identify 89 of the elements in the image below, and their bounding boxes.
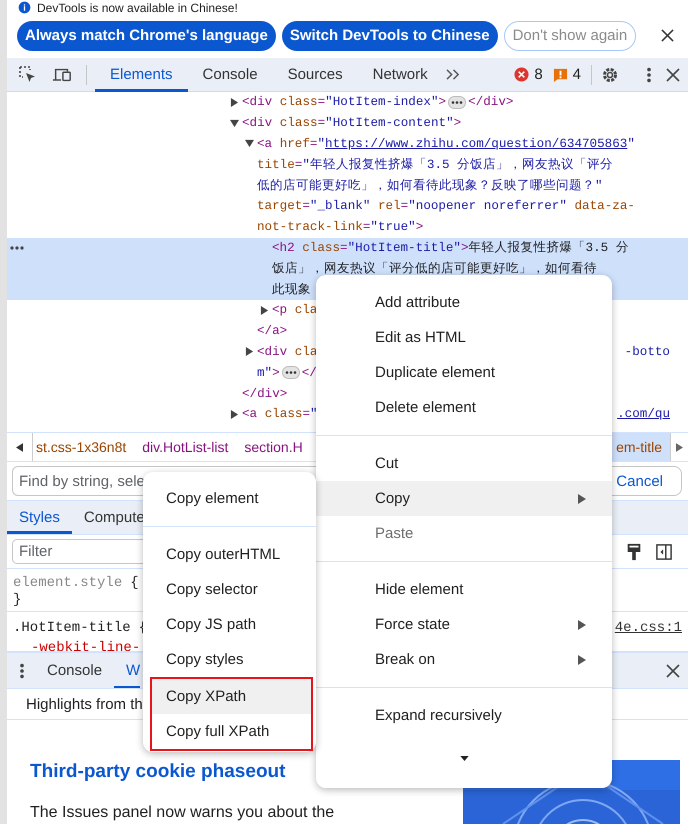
- menu-item[interactable]: Copy full XPath: [152, 714, 311, 749]
- panel-tab[interactable]: Sources: [272, 58, 358, 92]
- selector-text: element.style: [13, 574, 122, 592]
- close-icon[interactable]: [666, 68, 680, 82]
- menu-item-label: Break on: [375, 651, 436, 668]
- code-text: <p cla: [272, 303, 318, 318]
- code-text: </div>: [242, 386, 288, 401]
- right-triangle-icon: [676, 442, 683, 452]
- menu-item[interactable]: Edit as HTML: [316, 320, 612, 355]
- drawer-tab[interactable]: W: [114, 652, 140, 688]
- menu-item[interactable]: Copy outerHTML: [143, 537, 316, 572]
- panel-tab[interactable]: Network: [358, 58, 443, 92]
- code-text: </div>: [468, 95, 514, 110]
- collapse-triangle-icon[interactable]: [245, 347, 254, 356]
- breadcrumb[interactable]: section.H: [236, 433, 311, 461]
- more-icon[interactable]: [10, 246, 24, 250]
- menu-item-label: Cut: [375, 455, 398, 472]
- ellipsis-button[interactable]: [448, 96, 466, 109]
- menu-item[interactable]: Copy selector: [143, 572, 316, 607]
- code-text: target="_blank" rel="noopener noreferrer" data-za-: [257, 199, 635, 214]
- menu-item[interactable]: Copy XPath: [152, 679, 311, 714]
- banner-message: DevTools is now available in Chinese!: [37, 0, 238, 14]
- menu-item[interactable]: Break on: [316, 642, 612, 677]
- menu-item-label: Paste: [375, 525, 414, 542]
- menu-item[interactable]: Hide element: [316, 572, 612, 607]
- menu-item[interactable]: Copy styles: [143, 642, 316, 677]
- ellipsis-button[interactable]: [282, 366, 300, 380]
- code-text: .com/qu: [617, 407, 670, 422]
- declaration-text: -webkit-line-: [30, 639, 142, 651]
- collapse-triangle-icon[interactable]: [260, 306, 269, 315]
- menu-item[interactable]: Force state: [316, 607, 612, 642]
- panel-tab[interactable]: Elements: [95, 58, 188, 92]
- menu-item[interactable]: Expand recursively: [316, 698, 612, 733]
- more-options-icon[interactable]: [19, 662, 25, 680]
- code-text: <h2 class="HotItem-title">年轻人报复性挤爆「3.5 分: [272, 240, 629, 256]
- errors-button[interactable]: 8: [514, 66, 543, 83]
- error-icon: [514, 67, 530, 82]
- sidebar-toggle-icon[interactable]: [656, 542, 672, 560]
- news-paragraph: The Issues panel now warns you about the: [30, 804, 336, 822]
- warning-icon: [552, 67, 568, 82]
- expand-triangle-icon[interactable]: [245, 139, 254, 148]
- banner-button[interactable]: Switch DevTools to Chinese: [282, 20, 498, 50]
- menu-item[interactable]: Duplicate element: [316, 355, 612, 390]
- drawer-tab[interactable]: Console: [35, 652, 114, 688]
- code-text: -botto: [624, 344, 670, 359]
- code-text: <a class=": [242, 407, 318, 422]
- menu-item-label: Copy: [375, 490, 410, 507]
- menu-item-label: Expand recursively: [375, 707, 502, 724]
- close-icon[interactable]: [666, 664, 680, 678]
- banner-button[interactable]: Always match Chrome's language: [17, 20, 276, 50]
- menu-item-label: Hide element: [375, 581, 464, 598]
- menu-item-label: Edit as HTML: [375, 329, 466, 346]
- code-text: not-track-link="true">: [257, 220, 424, 234]
- menu-item[interactable]: Copy JS path: [143, 607, 316, 642]
- code-text: <div class="HotItem-index">: [242, 95, 446, 110]
- menu-item-label: Force state: [375, 616, 450, 633]
- menu-item-label: Duplicate element: [375, 364, 496, 381]
- code-text: 饭店」，网友热议「评分低的店可能更好吃」，如何看待: [272, 260, 597, 278]
- code-text: m">: [257, 366, 280, 380]
- highlights-text: Highlights from th: [26, 696, 143, 712]
- paintbrush-icon[interactable]: [626, 542, 642, 560]
- sidebar-tab[interactable]: Styles: [7, 501, 72, 534]
- more-tabs-icon[interactable]: [444, 68, 462, 81]
- scroll-down-icon[interactable]: [460, 756, 468, 760]
- code-text: <div class="HotItem-content">: [242, 116, 462, 130]
- code-text: 低的店可能更好吃」，如何看待此现象？反映了哪些问题？": [257, 178, 603, 194]
- warnings-button[interactable]: 4: [552, 66, 581, 83]
- left-triangle-icon: [16, 442, 23, 452]
- menu-item-label: Delete element: [375, 399, 476, 416]
- code-text: </: [302, 366, 317, 380]
- breadcrumb[interactable]: st.css-1x36n8t: [33, 433, 134, 461]
- breadcrumb[interactable]: div.HotList-list: [134, 433, 236, 461]
- code-text: 此现象: [272, 282, 311, 298]
- code-text: </a>: [257, 324, 288, 338]
- code-text: title="年轻人报复性挤爆「3.5 分饭店」，网友热议「评分: [257, 156, 614, 174]
- close-icon[interactable]: [661, 29, 674, 42]
- brace-text: {: [130, 574, 139, 593]
- brace-text: }: [13, 593, 22, 607]
- source-link[interactable]: 4e.css:1: [614, 618, 682, 638]
- selector-text: .HotItem-title: [13, 619, 131, 638]
- panel-tab[interactable]: Console: [188, 58, 273, 92]
- collapse-triangle-icon[interactable]: [230, 98, 239, 107]
- menu-item[interactable]: Delete element: [316, 390, 612, 425]
- expand-triangle-icon[interactable]: [230, 118, 239, 128]
- collapse-triangle-icon[interactable]: [230, 410, 239, 419]
- menu-item[interactable]: Copy: [316, 481, 612, 516]
- more-options-icon[interactable]: [646, 66, 652, 84]
- code-text: <div cla: [257, 344, 318, 359]
- code-text: <a href="https://www.zhihu.com/question/634705863": [257, 136, 635, 151]
